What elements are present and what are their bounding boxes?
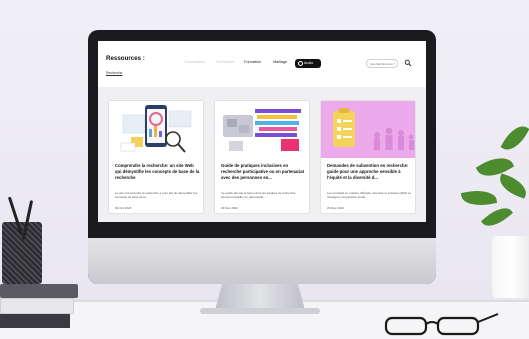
search-input[interactable]: Que cherchez-vous ? xyxy=(366,59,398,68)
resource-card[interactable]: Comprendre la recherche: un site Web qui… xyxy=(108,100,204,214)
card-description: Le site Comprendre la recherche a pour b… xyxy=(115,191,198,200)
breadcrumb-link[interactable]: Recherche xyxy=(106,71,122,75)
nav-item-maillage[interactable]: Maillage xyxy=(273,60,287,64)
nav-item-consultation[interactable]: Consultation xyxy=(184,60,205,64)
monitor-stand xyxy=(215,284,305,310)
plant-pot xyxy=(492,236,529,298)
audio-label: Audio xyxy=(304,61,314,65)
nav-item-formation[interactable]: Formation xyxy=(244,60,261,64)
resources-grid: Comprendre la recherche: un site Web qui… xyxy=(98,87,426,222)
card-title: Demandes de subvention en recherche: gui… xyxy=(327,163,409,181)
audio-button[interactable]: Audio xyxy=(295,59,321,68)
card-date: 09 Oct 2023 xyxy=(115,206,132,210)
card-description: Ce guide aborde la façon dont les équipe… xyxy=(221,191,296,200)
nav-item-facilitation[interactable]: Facilitation xyxy=(216,60,234,64)
card-date: 29 Déc 2022 xyxy=(221,206,239,210)
card-illustration-puzzle-banners xyxy=(215,101,309,158)
card-date: 29 Déc 2022 xyxy=(327,206,345,210)
page-title: Ressources : xyxy=(106,55,145,62)
browser-screen: Ressources : Recherche Consultation Faci… xyxy=(98,41,426,222)
book xyxy=(0,314,70,328)
book xyxy=(0,298,74,314)
card-illustration-checklist xyxy=(321,101,415,158)
search-icon[interactable] xyxy=(404,59,412,67)
eyeglasses xyxy=(384,313,499,336)
monitor-chin xyxy=(88,238,436,284)
card-title: Comprendre la recherche: un site Web qui… xyxy=(115,163,200,181)
card-description: Les mandats en matière d'Équité, diversi… xyxy=(327,191,411,200)
monitor-stand-base xyxy=(200,308,320,314)
resource-card[interactable]: Demandes de subvention en recherche: gui… xyxy=(320,100,416,214)
resource-card[interactable]: Guide de pratiques inclusives en recherc… xyxy=(214,100,310,214)
card-illustration-phone-analytics xyxy=(109,101,203,158)
site-header: Ressources : Recherche Consultation Faci… xyxy=(98,41,426,87)
card-title: Guide de pratiques inclusives en recherc… xyxy=(221,163,305,181)
audio-icon xyxy=(298,61,303,66)
book xyxy=(0,284,78,298)
